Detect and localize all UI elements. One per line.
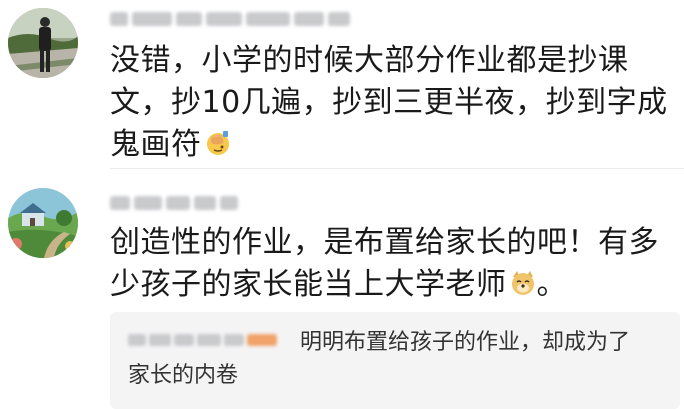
doge-emoji-icon xyxy=(509,267,537,295)
comment-text-body: 没错，小学的时候大部分作业都是抄课文，抄10几遍，抄到三更半夜，抄到字成鬼画符 xyxy=(110,43,668,162)
quoted-reply[interactable]: 明明布置给孩子的作业，却成为了家长的内卷 xyxy=(110,312,680,409)
avatar[interactable] xyxy=(8,8,78,78)
comment-text-end: 。 xyxy=(536,267,567,302)
house-landscape-avatar-icon xyxy=(8,188,78,258)
username-blurred[interactable] xyxy=(110,192,238,214)
facepalm-emoji-icon xyxy=(204,127,232,155)
comment-item: 没错，小学的时候大部分作业都是抄课文，抄10几遍，抄到三更半夜，抄到字成鬼画符 xyxy=(0,0,684,170)
comment-text: 没错，小学的时候大部分作业都是抄课文，抄10几遍，抄到三更半夜，抄到字成鬼画符 xyxy=(110,40,670,166)
divider xyxy=(110,168,684,169)
comment-thread: 没错，小学的时候大部分作业都是抄课文，抄10几遍，抄到三更半夜，抄到字成鬼画符 xyxy=(0,0,684,409)
comment-item: 创造性的作业，是布置给家长的吧！有多少孩子的家长能当上大学老师 。 明明布置给孩… xyxy=(0,170,684,409)
person-walking-avatar-icon xyxy=(8,8,78,78)
comment-text-body: 创造性的作业，是布置给家长的吧！有多少孩子的家长能当上大学老师 xyxy=(110,225,659,302)
avatar[interactable] xyxy=(8,188,78,258)
username-blurred[interactable] xyxy=(110,8,350,30)
reply-text: 明明布置给孩子的作业，却成为了家长的内卷 xyxy=(128,330,631,388)
comment-text: 创造性的作业，是布置给家长的吧！有多少孩子的家长能当上大学老师 。 xyxy=(110,222,670,306)
